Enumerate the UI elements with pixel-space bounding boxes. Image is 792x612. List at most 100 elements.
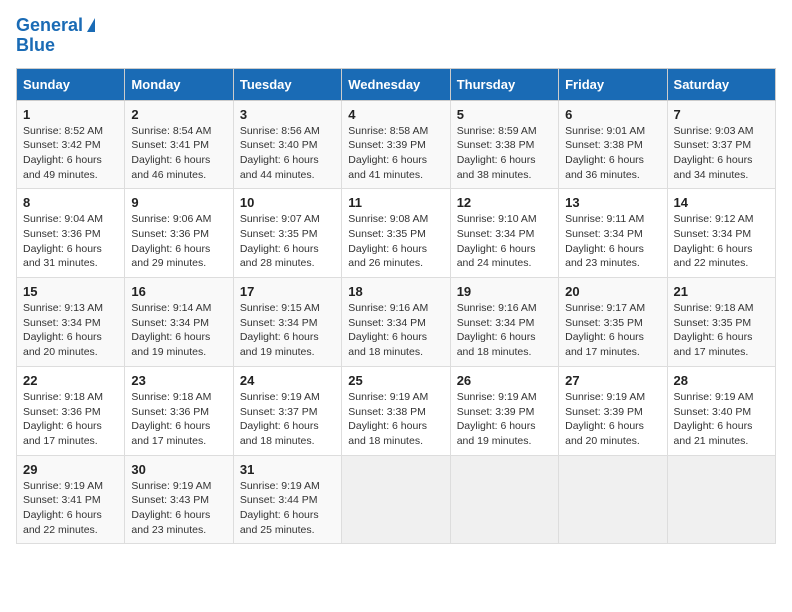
day-number: 26 [457,373,552,388]
day-info: Sunrise: 9:16 AMSunset: 3:34 PMDaylight:… [457,301,552,360]
day-info: Sunrise: 9:18 AMSunset: 3:35 PMDaylight:… [674,301,769,360]
day-info: Sunrise: 9:15 AMSunset: 3:34 PMDaylight:… [240,301,335,360]
day-number: 4 [348,107,443,122]
calendar-cell [342,455,450,544]
day-info: Sunrise: 9:18 AMSunset: 3:36 PMDaylight:… [23,390,118,449]
calendar-day-header: Monday [125,68,233,100]
calendar-cell: 9 Sunrise: 9:06 AMSunset: 3:36 PMDaylight… [125,189,233,278]
day-info: Sunrise: 8:59 AMSunset: 3:38 PMDaylight:… [457,124,552,183]
calendar-cell: 16 Sunrise: 9:14 AMSunset: 3:34 PMDayligh… [125,278,233,367]
day-info: Sunrise: 9:04 AMSunset: 3:36 PMDaylight:… [23,212,118,271]
day-number: 10 [240,195,335,210]
day-info: Sunrise: 9:19 AMSunset: 3:40 PMDaylight:… [674,390,769,449]
day-number: 11 [348,195,443,210]
calendar-day-header: Saturday [667,68,775,100]
calendar-cell: 14Sunrise: 9:12 AMSunset: 3:34 PMDayligh… [667,189,775,278]
day-info: Sunrise: 8:52 AMSunset: 3:42 PMDaylight:… [23,124,118,183]
calendar-cell: 11 Sunrise: 9:08 AMSunset: 3:35 PMDayligh… [342,189,450,278]
calendar-cell: 18 Sunrise: 9:16 AMSunset: 3:34 PMDayligh… [342,278,450,367]
calendar-cell: 29 Sunrise: 9:19 AMSunset: 3:41 PMDayligh… [17,455,125,544]
calendar-day-header: Friday [559,68,667,100]
day-info: Sunrise: 8:56 AMSunset: 3:40 PMDaylight:… [240,124,335,183]
day-number: 12 [457,195,552,210]
day-number: 5 [457,107,552,122]
calendar-cell: 23Sunrise: 9:18 AMSunset: 3:36 PMDayligh… [125,366,233,455]
calendar-cell: 5 Sunrise: 8:59 AMSunset: 3:38 PMDaylight… [450,100,558,189]
day-info: Sunrise: 9:19 AMSunset: 3:41 PMDaylight:… [23,479,118,538]
day-number: 20 [565,284,660,299]
calendar-cell [559,455,667,544]
day-number: 15 [23,284,118,299]
calendar-cell: 22 Sunrise: 9:18 AMSunset: 3:36 PMDayligh… [17,366,125,455]
calendar-cell: 8 Sunrise: 9:04 AMSunset: 3:36 PMDaylight… [17,189,125,278]
calendar-cell: 12 Sunrise: 9:10 AMSunset: 3:34 PMDayligh… [450,189,558,278]
calendar-cell: 24 Sunrise: 9:19 AMSunset: 3:37 PMDayligh… [233,366,341,455]
day-info: Sunrise: 9:19 AMSunset: 3:44 PMDaylight:… [240,479,335,538]
calendar-week-row: 22 Sunrise: 9:18 AMSunset: 3:36 PMDayligh… [17,366,776,455]
day-number: 21 [674,284,769,299]
calendar-cell: 1Sunrise: 8:52 AMSunset: 3:42 PMDaylight… [17,100,125,189]
calendar-cell: 15 Sunrise: 9:13 AMSunset: 3:34 PMDayligh… [17,278,125,367]
day-info: Sunrise: 9:06 AMSunset: 3:36 PMDaylight:… [131,212,226,271]
calendar-week-row: 29 Sunrise: 9:19 AMSunset: 3:41 PMDayligh… [17,455,776,544]
calendar-cell: 17Sunrise: 9:15 AMSunset: 3:34 PMDayligh… [233,278,341,367]
calendar-day-header: Sunday [17,68,125,100]
day-info: Sunrise: 9:11 AMSunset: 3:34 PMDaylight:… [565,212,660,271]
day-info: Sunrise: 9:19 AMSunset: 3:43 PMDaylight:… [131,479,226,538]
day-number: 16 [131,284,226,299]
day-info: Sunrise: 9:03 AMSunset: 3:37 PMDaylight:… [674,124,769,183]
day-info: Sunrise: 8:54 AMSunset: 3:41 PMDaylight:… [131,124,226,183]
day-info: Sunrise: 9:17 AMSunset: 3:35 PMDaylight:… [565,301,660,360]
day-info: Sunrise: 8:58 AMSunset: 3:39 PMDaylight:… [348,124,443,183]
calendar-cell: 30Sunrise: 9:19 AMSunset: 3:43 PMDayligh… [125,455,233,544]
day-number: 18 [348,284,443,299]
day-number: 24 [240,373,335,388]
day-info: Sunrise: 9:19 AMSunset: 3:39 PMDaylight:… [565,390,660,449]
day-number: 31 [240,462,335,477]
day-number: 19 [457,284,552,299]
day-number: 3 [240,107,335,122]
calendar-cell [450,455,558,544]
day-info: Sunrise: 9:13 AMSunset: 3:34 PMDaylight:… [23,301,118,360]
day-number: 29 [23,462,118,477]
day-number: 7 [674,107,769,122]
calendar-cell: 26 Sunrise: 9:19 AMSunset: 3:39 PMDayligh… [450,366,558,455]
calendar-cell: 19 Sunrise: 9:16 AMSunset: 3:34 PMDayligh… [450,278,558,367]
day-number: 22 [23,373,118,388]
day-info: Sunrise: 9:10 AMSunset: 3:34 PMDaylight:… [457,212,552,271]
calendar-day-header: Wednesday [342,68,450,100]
day-number: 9 [131,195,226,210]
calendar-cell: 6Sunrise: 9:01 AMSunset: 3:38 PMDaylight… [559,100,667,189]
calendar-cell: 3 Sunrise: 8:56 AMSunset: 3:40 PMDaylight… [233,100,341,189]
calendar-week-row: 8 Sunrise: 9:04 AMSunset: 3:36 PMDaylight… [17,189,776,278]
calendar-day-header: Tuesday [233,68,341,100]
calendar-cell: 27 Sunrise: 9:19 AMSunset: 3:39 PMDayligh… [559,366,667,455]
calendar-table: SundayMondayTuesdayWednesdayThursdayFrid… [16,68,776,545]
day-info: Sunrise: 9:01 AMSunset: 3:38 PMDaylight:… [565,124,660,183]
day-info: Sunrise: 9:18 AMSunset: 3:36 PMDaylight:… [131,390,226,449]
calendar-week-row: 15 Sunrise: 9:13 AMSunset: 3:34 PMDayligh… [17,278,776,367]
day-number: 2 [131,107,226,122]
day-info: Sunrise: 9:14 AMSunset: 3:34 PMDaylight:… [131,301,226,360]
day-number: 28 [674,373,769,388]
day-number: 25 [348,373,443,388]
calendar-header-row: SundayMondayTuesdayWednesdayThursdayFrid… [17,68,776,100]
day-info: Sunrise: 9:08 AMSunset: 3:35 PMDaylight:… [348,212,443,271]
day-number: 27 [565,373,660,388]
calendar-cell: 28 Sunrise: 9:19 AMSunset: 3:40 PMDayligh… [667,366,775,455]
day-number: 8 [23,195,118,210]
calendar-cell: 20 Sunrise: 9:17 AMSunset: 3:35 PMDayligh… [559,278,667,367]
day-info: Sunrise: 9:19 AMSunset: 3:39 PMDaylight:… [457,390,552,449]
calendar-cell: 13 Sunrise: 9:11 AMSunset: 3:34 PMDayligh… [559,189,667,278]
day-info: Sunrise: 9:07 AMSunset: 3:35 PMDaylight:… [240,212,335,271]
calendar-cell: 31 Sunrise: 9:19 AMSunset: 3:44 PMDayligh… [233,455,341,544]
day-info: Sunrise: 9:12 AMSunset: 3:34 PMDaylight:… [674,212,769,271]
day-info: Sunrise: 9:19 AMSunset: 3:37 PMDaylight:… [240,390,335,449]
day-number: 13 [565,195,660,210]
logo: General Blue [16,16,95,56]
calendar-cell: 21 Sunrise: 9:18 AMSunset: 3:35 PMDayligh… [667,278,775,367]
day-info: Sunrise: 9:16 AMSunset: 3:34 PMDaylight:… [348,301,443,360]
logo-text-blue: Blue [16,35,55,55]
calendar-cell: 25Sunrise: 9:19 AMSunset: 3:38 PMDayligh… [342,366,450,455]
calendar-cell: 4 Sunrise: 8:58 AMSunset: 3:39 PMDaylight… [342,100,450,189]
